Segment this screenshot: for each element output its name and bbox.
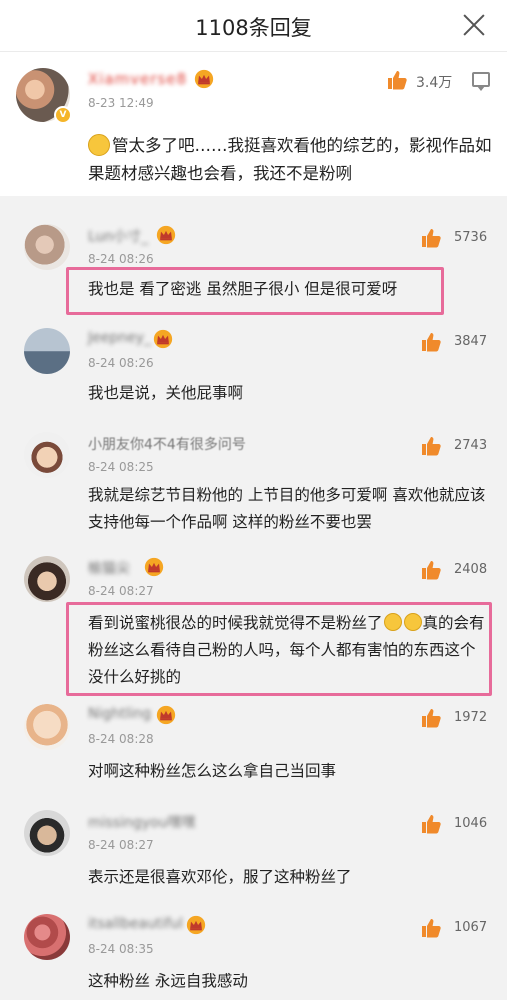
like-icon[interactable] [420, 330, 444, 354]
avatar[interactable] [24, 328, 70, 374]
crown-icon [156, 225, 176, 245]
crown-icon [186, 915, 206, 935]
comment-text: 对啊这种粉丝怎么这么拿自己当回事 [88, 762, 337, 780]
timestamp: 8-24 08:35 [88, 942, 154, 956]
timestamp: 8-24 08:26 [88, 252, 154, 266]
crying-laughing-emoji-icon [383, 613, 402, 631]
like-count: 1046 [454, 816, 488, 831]
like-count: 2743 [454, 438, 488, 453]
like-icon[interactable] [420, 812, 444, 836]
avatar[interactable] [24, 914, 70, 960]
timestamp: 8-24 08:25 [88, 460, 154, 474]
like-icon[interactable] [420, 434, 444, 458]
list-item: Nightling 8-24 08:28 1972 对啊这种粉丝怎么这么拿自己当… [0, 704, 507, 788]
header: 1108条回复 [0, 0, 507, 52]
username[interactable]: missingyou嘿嘿 [88, 812, 196, 832]
list-item: 榆猫尖 8-24 08:27 2408 看到说蜜桃很怂的时候我就觉得不是粉丝了真… [0, 556, 507, 696]
username[interactable]: Lun小寸_ [88, 226, 148, 246]
username[interactable]: 小朋友你4不4有很多问号 [88, 434, 246, 454]
verified-badge-icon: V [54, 106, 72, 124]
like-count: 1067 [454, 920, 488, 935]
timestamp: 8-24 08:26 [88, 356, 154, 370]
username[interactable]: 榆猫尖 [88, 558, 130, 578]
comment-text: 我也是说，关他屁事啊 [88, 384, 244, 402]
like-icon[interactable] [420, 226, 444, 250]
like-count: 3847 [454, 334, 488, 349]
avatar[interactable] [24, 224, 70, 270]
like-count: 3.4万 [416, 75, 453, 91]
like-icon[interactable] [420, 916, 444, 940]
list-item: itsallbeautiful 8-24 08:35 1067 这种粉丝 永远自… [0, 914, 507, 998]
comment-text: 管太多了吧……我挺喜欢看他的综艺的，影视作品如果题材感兴趣也会看，我还不是粉咧 [88, 136, 492, 183]
like-icon[interactable] [420, 706, 444, 730]
avatar[interactable] [24, 432, 70, 478]
timestamp: 8-24 08:27 [88, 838, 154, 852]
list-item: Lun小寸_ 8-24 08:26 5736 我也是 看了密逃 虽然胆子很小 但… [0, 224, 507, 320]
like-count: 5736 [454, 230, 488, 245]
comment-text: 看到说蜜桃很怂的时候我就觉得不是粉丝了 真的会有粉丝这么看待自己粉的人吗，每个人都… [88, 610, 488, 691]
crown-icon [194, 69, 214, 89]
username[interactable]: Xiamverse8 [88, 70, 187, 88]
list-item: missingyou嘿嘿 8-24 08:27 1046 表示还是很喜欢邓伦，服… [0, 810, 507, 894]
crying-laughing-emoji-icon [403, 613, 422, 631]
like-count: 1972 [454, 710, 488, 725]
comment-text: 我也是 看了密逃 虽然胆子很小 但是很可爱呀 [88, 280, 398, 298]
crown-icon [153, 329, 173, 349]
timestamp: 8-24 08:28 [88, 732, 154, 746]
like-count: 2408 [454, 562, 488, 577]
timestamp: 8-23 12:49 [88, 96, 154, 110]
avatar[interactable] [24, 810, 70, 856]
list-item: Jeepney_ 8-24 08:26 3847 我也是说，关他屁事啊 [0, 328, 507, 408]
main-comment: V Xiamverse8 8-23 12:49 3.4万 管太多了吧……我挺喜欢… [0, 52, 507, 196]
like-icon[interactable] [420, 558, 444, 582]
page-title: 1108条回复 [195, 16, 312, 40]
comment-text: 这种粉丝 永远自我感动 [88, 972, 248, 990]
avatar[interactable] [24, 556, 70, 602]
timestamp: 8-24 08:27 [88, 584, 154, 598]
comment-text: 我就是综艺节目粉他的 上节目的他多可爱啊 喜欢他就应该支持他每一个作品啊 这样的… [88, 486, 486, 531]
crown-icon [144, 557, 164, 577]
reply-list: Lun小寸_ 8-24 08:26 5736 我也是 看了密逃 虽然胆子很小 但… [0, 196, 507, 1000]
list-item: 小朋友你4不4有很多问号 8-24 08:25 2743 我就是综艺节目粉他的 … [0, 432, 507, 544]
avatar[interactable] [24, 704, 70, 750]
crown-icon [156, 705, 176, 725]
comment-text-part: 看到说蜜桃很怂的时候我就觉得不是粉丝了 [88, 614, 383, 632]
username[interactable]: Jeepney_ [88, 330, 151, 346]
username[interactable]: itsallbeautiful [88, 916, 183, 932]
like-icon[interactable] [386, 68, 410, 92]
message-icon[interactable] [472, 72, 490, 91]
close-icon[interactable] [461, 12, 487, 38]
comment-text: 表示还是很喜欢邓伦，服了这种粉丝了 [88, 868, 352, 886]
username[interactable]: Nightling [88, 706, 151, 722]
